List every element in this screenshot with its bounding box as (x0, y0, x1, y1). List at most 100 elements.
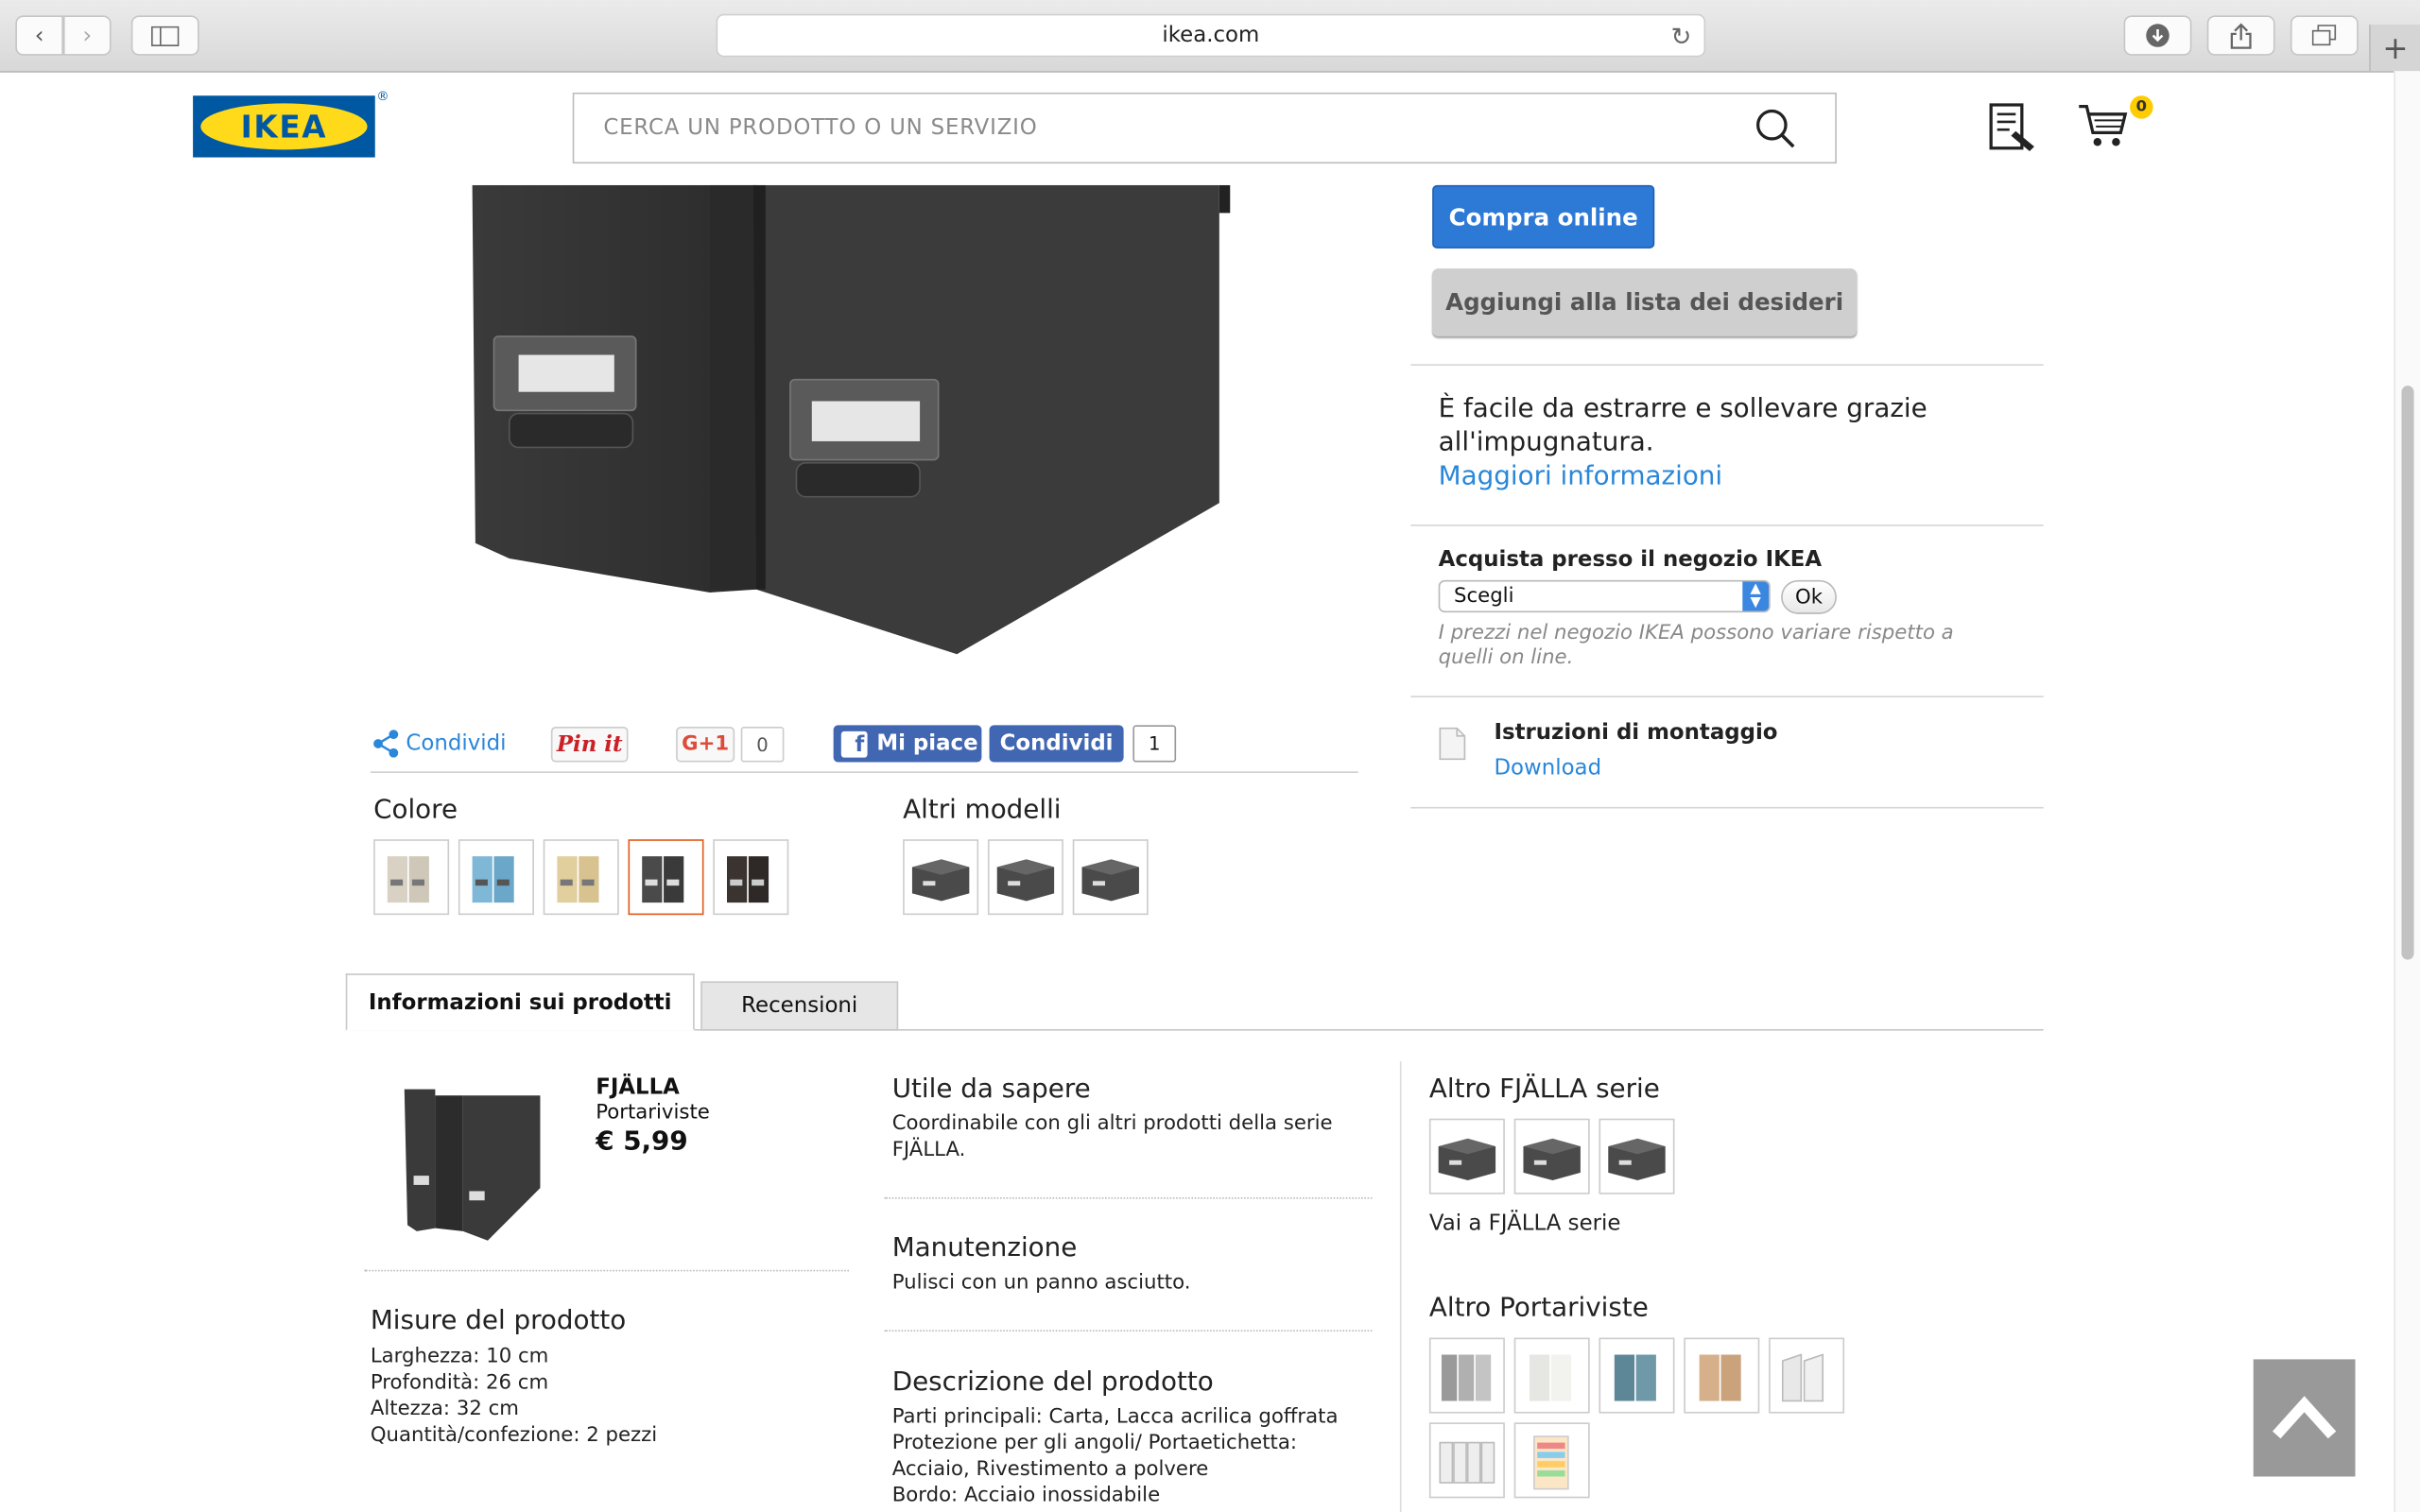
product-thumbnail[interactable] (395, 1080, 556, 1244)
divider (1410, 696, 2044, 697)
other-models-title: Altri modelli (903, 794, 1062, 826)
related-thumb[interactable] (1513, 1337, 1590, 1414)
description-title: Descrizione del prodotto (891, 1366, 1214, 1399)
column-divider (1399, 1061, 1402, 1512)
model-thumb[interactable] (903, 839, 979, 916)
download-link[interactable]: Download (1494, 756, 1601, 781)
useful-text: Coordinabile con gli altri prodotti dell… (891, 1112, 1333, 1162)
measure-height: Altezza: 32 cm (370, 1398, 519, 1421)
product-name: FJÄLLA (596, 1074, 680, 1101)
tab-reviews[interactable]: Recensioni (700, 981, 899, 1031)
color-swatch-dark-grey[interactable] (628, 839, 704, 916)
more-magazine-files-title: Altro Portariviste (1428, 1293, 1649, 1324)
related-thumb[interactable] (1769, 1337, 1845, 1414)
registered-mark-icon: ® (376, 89, 389, 104)
assembly-instructions-title: Istruzioni di montaggio (1494, 720, 1778, 746)
series-title: Altro FJÄLLA serie (1428, 1074, 1660, 1106)
back-icon[interactable]: ‹ (15, 15, 63, 56)
measure-depth: Profondità: 26 cm (370, 1371, 549, 1395)
measure-quantity: Quantità/confezione: 2 pezzi (370, 1423, 658, 1448)
add-to-wishlist-button[interactable]: Aggiungi alla lista dei desideri (1432, 268, 1858, 336)
product-highlight: È facile da estrarre e sollevare grazie … (1439, 392, 2025, 494)
document-icon (1439, 727, 1466, 761)
related-thumb[interactable] (1428, 1337, 1505, 1414)
facebook-like-button[interactable]: f Mi piace (833, 725, 982, 763)
series-thumb[interactable] (1428, 1118, 1505, 1194)
scrollbar-thumb[interactable] (2401, 386, 2414, 960)
facebook-share-button[interactable]: Condividi (989, 725, 1124, 763)
forward-icon[interactable]: › (62, 15, 112, 56)
care-title: Manutenzione (891, 1232, 1078, 1264)
shopping-list-icon[interactable] (1986, 102, 2039, 155)
reload-icon[interactable]: ↻ (1671, 22, 1692, 51)
cart-count-badge: 0 (2130, 95, 2153, 119)
buy-online-button[interactable]: Compra online (1432, 184, 1655, 249)
divider (1410, 364, 2044, 366)
pinterest-button[interactable]: Pin it (550, 727, 629, 763)
back-to-top-button[interactable] (2253, 1359, 2356, 1477)
highlight-text: È facile da estrarre e sollevare grazie … (1438, 393, 1927, 458)
divider (1410, 806, 2044, 809)
divider (884, 1196, 1373, 1199)
series-thumb[interactable] (1599, 1118, 1675, 1194)
store-note: I prezzi nel negozio IKEA possono variar… (1438, 621, 1954, 670)
google-plus-button[interactable]: G+1 (676, 727, 735, 763)
related-thumb[interactable] (1513, 1422, 1590, 1499)
product-price: € 5,99 (596, 1125, 688, 1158)
url-text: ikea.com (1162, 23, 1260, 48)
related-thumb[interactable] (1428, 1422, 1505, 1499)
series-link[interactable]: Vai a FJÄLLA serie (1429, 1211, 1621, 1238)
divider (370, 771, 1358, 773)
series-thumb[interactable] (1513, 1118, 1590, 1194)
store-select-value: Scegli (1454, 584, 1514, 609)
divider (364, 1269, 849, 1272)
tab-product-info[interactable]: Informazioni sui prodotti (345, 973, 695, 1031)
related-thumb[interactable] (1684, 1337, 1760, 1414)
model-thumb[interactable] (987, 839, 1063, 916)
description-line: Bordo: Acciaio inossidabile (891, 1484, 1161, 1508)
vertical-scrollbar[interactable] (2394, 71, 2420, 1512)
facebook-like-label: Mi piace (876, 730, 978, 757)
color-swatch-beige[interactable] (373, 839, 450, 916)
measure-width: Larghezza: 10 cm (370, 1345, 549, 1369)
search-icon[interactable] (1754, 108, 1798, 151)
cart-icon[interactable] (2078, 102, 2131, 151)
divider (884, 1330, 1373, 1332)
store-title: Acquista presso il negozio IKEA (1438, 547, 1823, 573)
divider (1410, 524, 2044, 526)
description-line: Parti principali: Carta, Lacca acrilica … (891, 1405, 1339, 1429)
store-select[interactable]: Scegli ▲ ▼ (1438, 579, 1771, 613)
related-thumb[interactable] (1599, 1337, 1675, 1414)
more-info-link[interactable]: Maggiori informazioni (1439, 460, 2025, 494)
model-thumb[interactable] (1072, 839, 1149, 916)
sidebar-toggle-icon[interactable] (130, 15, 199, 56)
color-swatch-black-brown[interactable] (713, 839, 789, 916)
product-type: Portariviste (596, 1101, 710, 1125)
ikea-logo[interactable]: IKEA (193, 95, 375, 158)
logo-text: IKEA (200, 103, 368, 150)
browser-toolbar: ‹ › ikea.com ↻ + (0, 0, 2420, 73)
product-image[interactable] (447, 184, 1250, 663)
share-button[interactable]: Condividi (372, 730, 507, 758)
new-tab-icon[interactable]: + (2369, 25, 2420, 72)
measures-title: Misure del prodotto (370, 1305, 627, 1336)
chevron-up-icon (2272, 1396, 2337, 1439)
downloads-icon[interactable] (2123, 15, 2192, 56)
select-arrows-icon: ▲ ▼ (1742, 582, 1770, 611)
search-input[interactable] (574, 94, 1836, 163)
color-swatch-blue[interactable] (458, 839, 534, 916)
color-title: Colore (373, 794, 458, 826)
facebook-share-count: 1 (1132, 725, 1177, 763)
address-bar[interactable]: ikea.com ↻ (716, 13, 1706, 58)
store-ok-button[interactable]: Ok (1781, 579, 1837, 614)
page-canvas: ‹ › ikea.com ↻ + IKEA ® CERCA UN PRODOTT… (0, 0, 2420, 1512)
google-plus-count: 0 (740, 727, 785, 763)
description-line: Protezione per gli angoli/ Portaetichett… (891, 1432, 1298, 1455)
share-icon (373, 730, 399, 758)
share-sheet-icon[interactable] (2206, 15, 2275, 56)
color-swatch-birch[interactable] (543, 839, 619, 916)
share-label: Condividi (406, 730, 507, 757)
description-line: Acciaio, Rivestimento a polvere (891, 1457, 1209, 1482)
useful-title: Utile da sapere (891, 1074, 1091, 1106)
tabs-overview-icon[interactable] (2290, 15, 2359, 56)
